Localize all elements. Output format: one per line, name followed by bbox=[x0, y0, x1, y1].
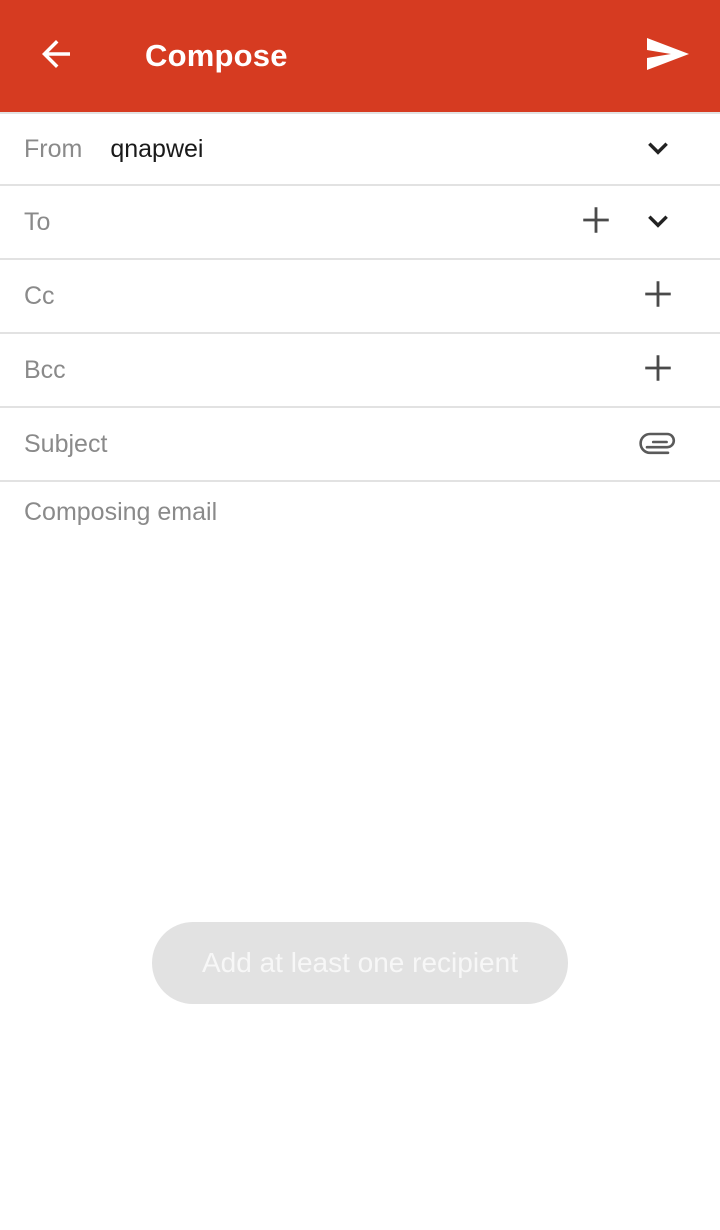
arrow-left-icon bbox=[35, 33, 77, 80]
paperclip-icon bbox=[638, 426, 678, 463]
field-row-subject[interactable]: Subject bbox=[0, 408, 720, 482]
email-body-area[interactable]: Composing email bbox=[0, 482, 720, 572]
to-add-recipient-button[interactable] bbox=[563, 185, 629, 259]
field-row-cc[interactable]: Cc bbox=[0, 260, 720, 334]
chevron-down-icon bbox=[642, 131, 674, 168]
toast-snackbar: Add at least one recipient bbox=[152, 922, 568, 1004]
subject-input[interactable]: Subject bbox=[24, 430, 107, 459]
back-button[interactable] bbox=[0, 0, 112, 112]
attach-file-button[interactable] bbox=[629, 407, 687, 481]
bcc-label: Bcc bbox=[24, 355, 66, 384]
app-bar: Compose bbox=[0, 0, 720, 112]
field-row-to[interactable]: To bbox=[0, 186, 720, 260]
field-row-from[interactable]: From qnapwei bbox=[0, 112, 720, 186]
send-icon bbox=[645, 34, 691, 79]
from-label: From bbox=[24, 134, 83, 163]
to-label: To bbox=[24, 207, 51, 236]
from-value: qnapwei bbox=[110, 134, 204, 163]
cc-add-recipient-button[interactable] bbox=[629, 259, 687, 333]
bcc-add-recipient-button[interactable] bbox=[629, 333, 687, 407]
field-row-bcc[interactable]: Bcc bbox=[0, 334, 720, 408]
email-body-input[interactable]: Composing email bbox=[24, 498, 217, 527]
toast-message: Add at least one recipient bbox=[202, 947, 518, 978]
plus-icon bbox=[579, 203, 613, 242]
cc-label: Cc bbox=[24, 281, 55, 310]
to-expand-button[interactable] bbox=[629, 185, 687, 259]
compose-fields: From qnapwei To Cc Bcc Subject bbox=[0, 112, 720, 482]
plus-icon bbox=[641, 277, 675, 316]
plus-icon bbox=[641, 351, 675, 390]
send-button[interactable] bbox=[616, 0, 720, 112]
from-account-dropdown[interactable] bbox=[629, 112, 687, 186]
chevron-down-icon bbox=[642, 204, 674, 241]
page-title: Compose bbox=[145, 38, 288, 73]
